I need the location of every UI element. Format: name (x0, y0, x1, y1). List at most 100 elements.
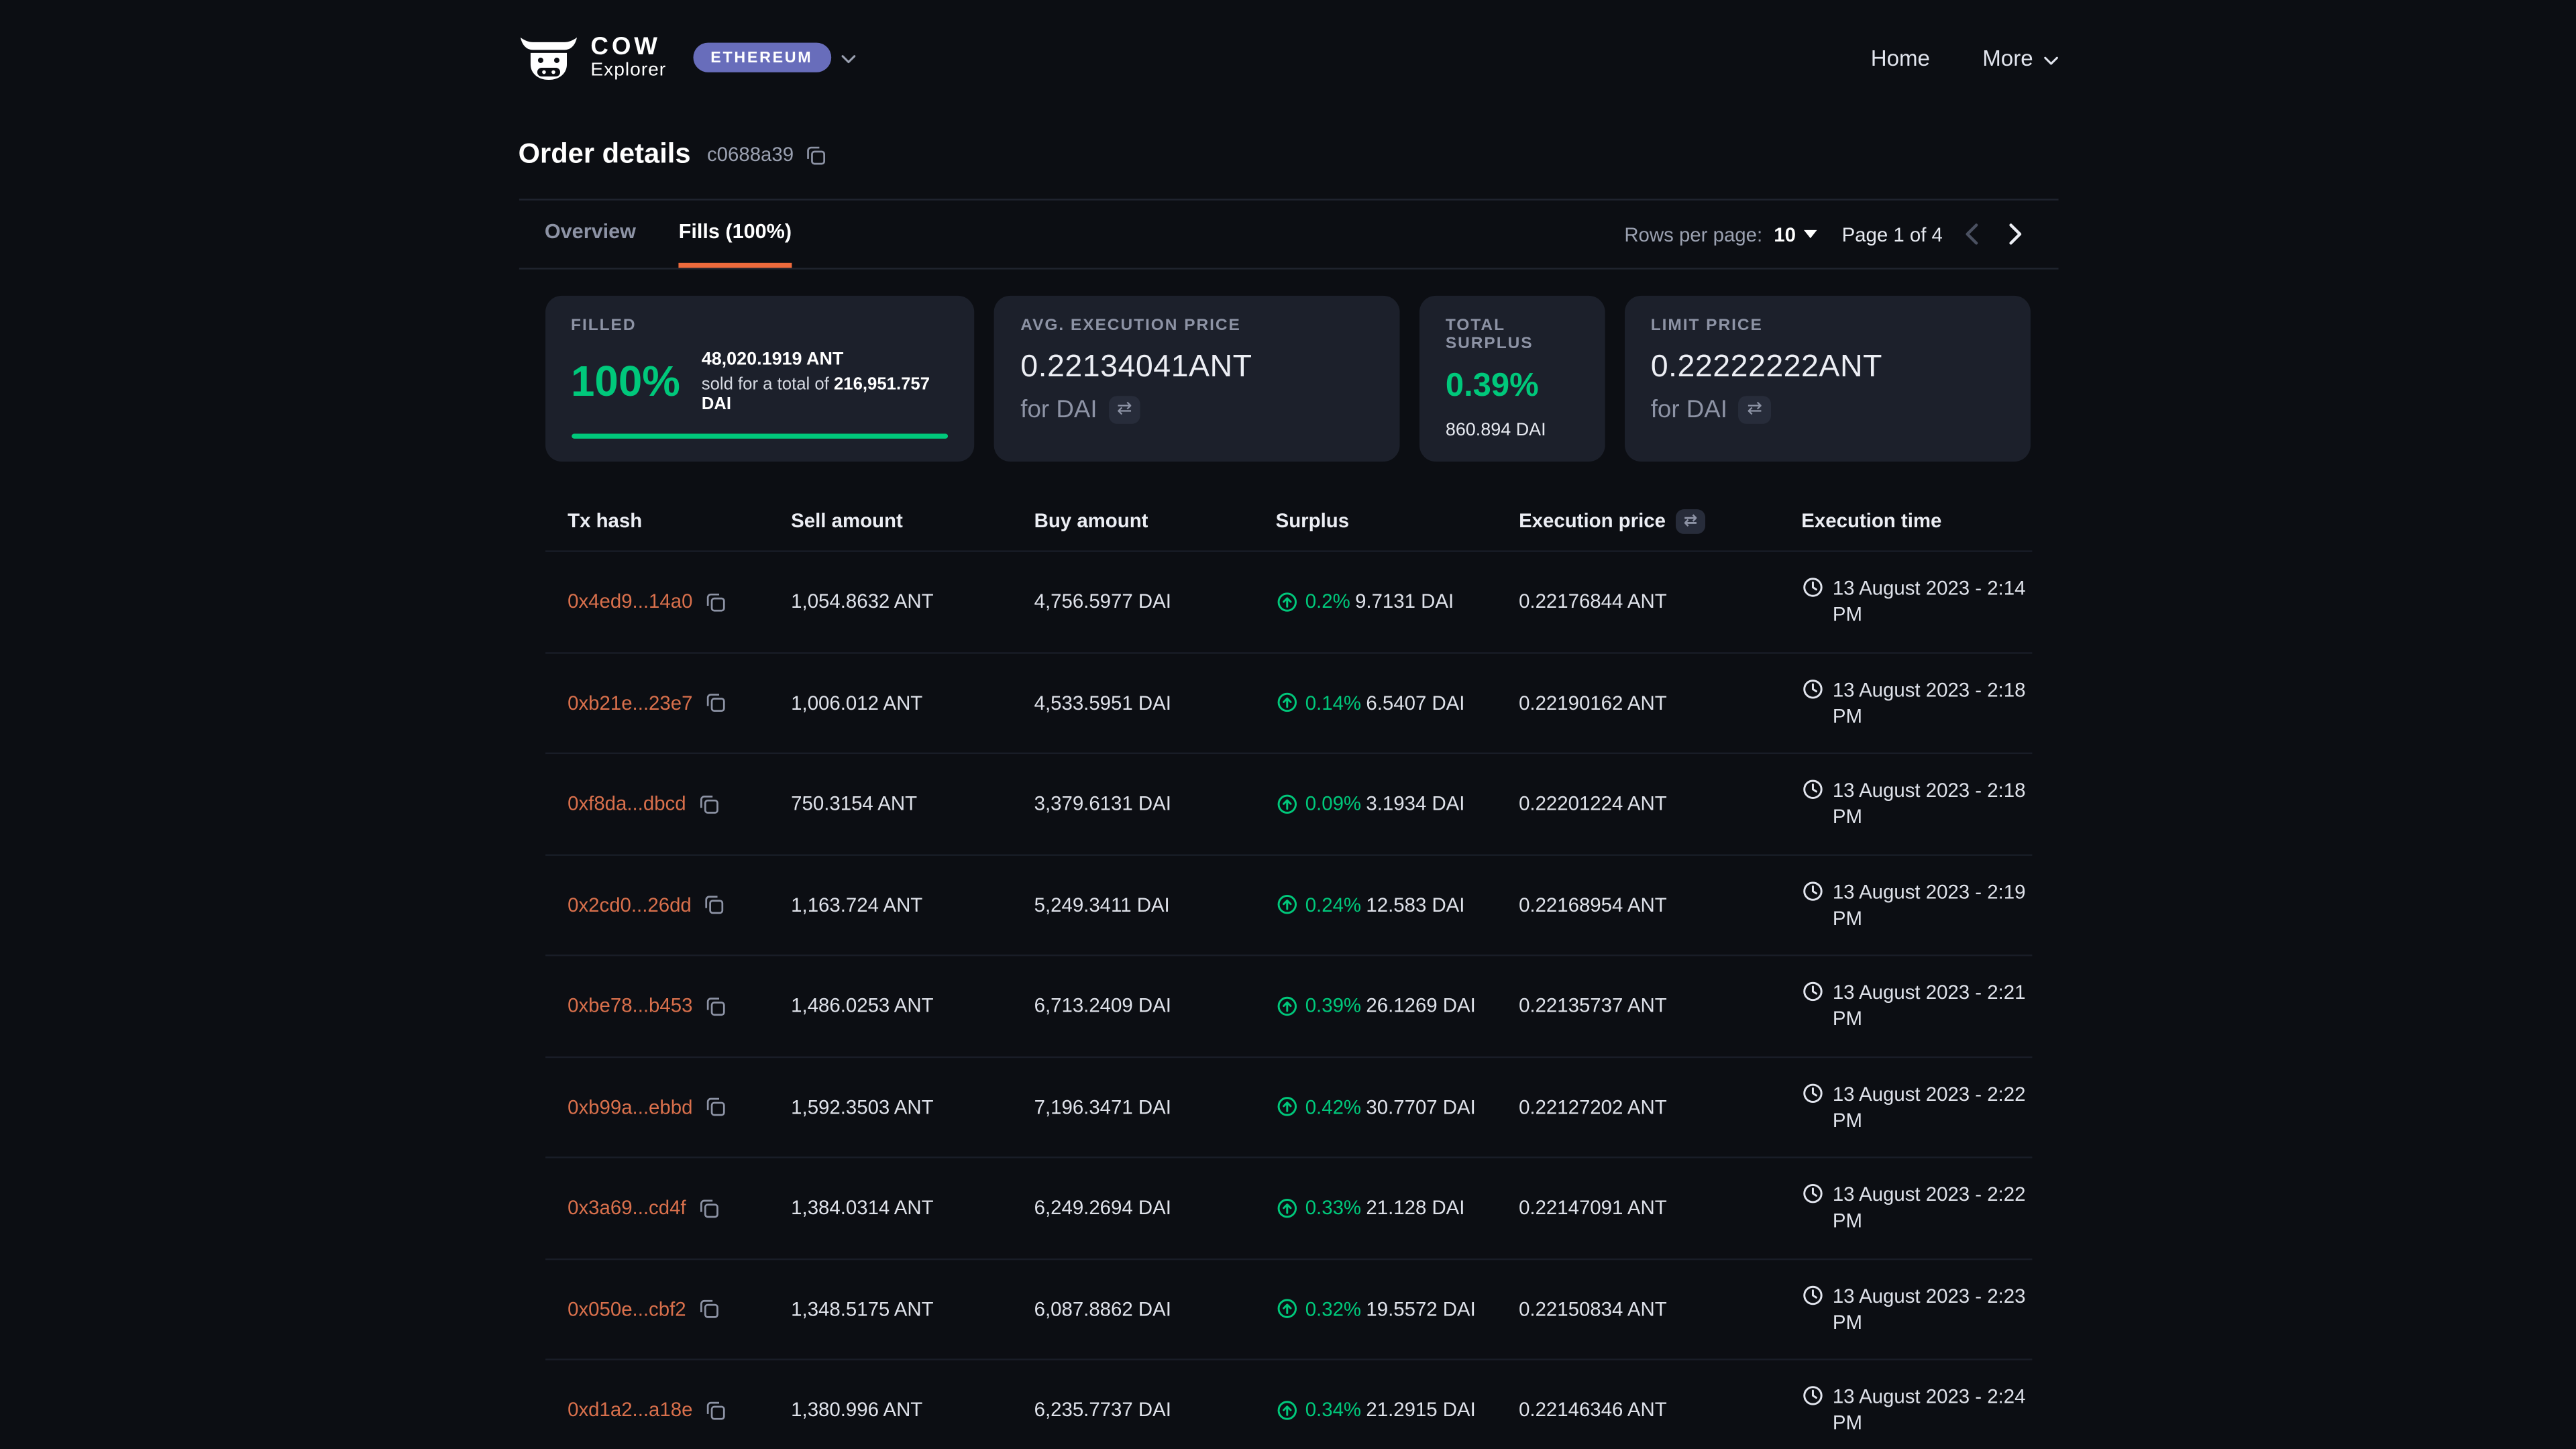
copy-tx-icon[interactable] (704, 1096, 726, 1118)
avg-price-value: 0.22134041ANT (1020, 350, 1373, 386)
filled-percent: 100% (571, 356, 680, 407)
tx-hash-cell: 0x3a69...cd4f (568, 1196, 791, 1219)
buy-amount-cell: 3,379.6131 DAI (1034, 792, 1276, 815)
swap-price-icon[interactable]: ⇄ (1676, 508, 1706, 533)
nav-item-more[interactable]: More (1982, 45, 2057, 70)
execution-time-cell: 13 August 2023 - 2:19 PM (1801, 878, 2039, 931)
table-row: 0xbe78...b453 1,486.0253 ANT 6,713.2409 … (545, 956, 2031, 1057)
copy-tx-icon[interactable] (698, 1298, 719, 1320)
copy-order-id-icon[interactable] (805, 144, 826, 165)
table-row: 0x050e...cbf2 1,348.5175 ANT 6,087.8862 … (545, 1259, 2031, 1360)
filled-progress-bar (571, 434, 948, 439)
surplus-cell: 0.09% 3.1934 DAI (1276, 792, 1519, 815)
tx-hash-link[interactable]: 0x3a69...cd4f (568, 1196, 686, 1219)
execution-time-text: 13 August 2023 - 2:22 PM (1833, 1181, 2040, 1234)
copy-tx-icon[interactable] (704, 692, 726, 714)
copy-tx-icon[interactable] (704, 1399, 726, 1421)
buy-amount-cell: 6,087.8862 DAI (1034, 1297, 1276, 1320)
tx-hash-cell: 0x050e...cbf2 (568, 1297, 791, 1320)
copy-tx-icon[interactable] (698, 1197, 719, 1219)
surplus-percent: 0.42% (1305, 1095, 1361, 1118)
surplus-percent: 0.14% (1305, 691, 1361, 714)
tx-hash-cell: 0xbe78...b453 (568, 994, 791, 1017)
chevron-down-icon (841, 43, 855, 72)
filled-sold-text: sold for a total of (702, 374, 829, 394)
surplus-percent: 0.32% (1305, 1297, 1361, 1320)
filled-amount: 48,020.1919 ANT (702, 350, 949, 370)
sell-amount-cell: 1,054.8632 ANT (791, 590, 1034, 613)
nav-more-label: More (1982, 45, 2033, 70)
execution-time-cell: 13 August 2023 - 2:21 PM (1801, 979, 2039, 1032)
sell-amount-cell: 1,486.0253 ANT (791, 994, 1034, 1017)
clock-icon (1801, 981, 1823, 1002)
execution-price-cell: 0.22201224 ANT (1519, 792, 1801, 815)
table-row: 0xb21e...23e7 1,006.012 ANT 4,533.5951 D… (545, 653, 2031, 754)
tx-hash-cell: 0x2cd0...26dd (568, 894, 791, 916)
tx-hash-cell: 0xf8da...dbcd (568, 792, 791, 815)
surplus-cell: 0.33% 21.128 DAI (1276, 1196, 1519, 1219)
network-selector[interactable]: ETHEREUM (692, 43, 855, 72)
table-row: 0x3a69...cd4f 1,384.0314 ANT 6,249.2694 … (545, 1159, 2031, 1260)
surplus-percent: 0.33% (1305, 1196, 1361, 1219)
avg-price-label: AVG. EXECUTION PRICE (1020, 317, 1373, 335)
cow-explorer-logo[interactable]: COW Explorer (519, 34, 666, 81)
col-execution-price: Execution price ⇄ (1519, 508, 1801, 533)
buy-amount-cell: 6,713.2409 DAI (1034, 994, 1276, 1017)
avg-price-for-text: for DAI (1020, 396, 1097, 424)
execution-price-cell: 0.22147091 ANT (1519, 1196, 1801, 1219)
tx-hash-link[interactable]: 0x2cd0...26dd (568, 894, 692, 916)
fills-table: Tx hash Sell amount Buy amount Surplus E… (545, 484, 2031, 1449)
surplus-amount: 21.128 DAI (1366, 1196, 1464, 1219)
swap-price-icon[interactable]: ⇄ (1109, 396, 1140, 423)
tx-hash-link[interactable]: 0xf8da...dbcd (568, 792, 686, 815)
tx-hash-link[interactable]: 0xb21e...23e7 (568, 691, 692, 714)
prev-page-button[interactable] (1954, 217, 1987, 251)
execution-time-text: 13 August 2023 - 2:21 PM (1833, 979, 2040, 1032)
tx-hash-link[interactable]: 0xbe78...b453 (568, 994, 692, 1017)
col-buy-amount: Buy amount (1034, 509, 1276, 532)
tab-overview[interactable]: Overview (545, 201, 636, 268)
execution-time-cell: 13 August 2023 - 2:23 PM (1801, 1283, 2039, 1336)
sell-amount-cell: 1,380.996 ANT (791, 1399, 1034, 1421)
tx-hash-link[interactable]: 0x4ed9...14a0 (568, 590, 692, 613)
copy-tx-icon[interactable] (698, 793, 719, 814)
surplus-amount: 9.7131 DAI (1355, 590, 1454, 613)
cow-logo-icon (519, 36, 578, 80)
top-bar: COW Explorer ETHEREUM Home More (519, 0, 2058, 89)
sell-amount-cell: 1,163.724 ANT (791, 894, 1034, 916)
nav-item-home[interactable]: Home (1871, 45, 1930, 70)
execution-price-cell: 0.22150834 ANT (1519, 1297, 1801, 1320)
table-row: 0xd1a2...a18e 1,380.996 ANT 6,235.7737 D… (545, 1360, 2031, 1449)
tx-hash-link[interactable]: 0x050e...cbf2 (568, 1297, 686, 1320)
execution-price-cell: 0.22176844 ANT (1519, 590, 1801, 613)
top-bar-left: COW Explorer ETHEREUM (519, 34, 855, 81)
copy-tx-icon[interactable] (704, 591, 726, 612)
tx-hash-link[interactable]: 0xd1a2...a18e (568, 1399, 692, 1421)
sell-amount-cell: 750.3154 ANT (791, 792, 1034, 815)
surplus-percent: 0.09% (1305, 792, 1361, 815)
tab-fills[interactable]: Fills (100%) (679, 201, 792, 268)
copy-tx-icon[interactable] (704, 995, 726, 1016)
copy-tx-icon[interactable] (703, 894, 724, 916)
arrow-up-circle-icon (1276, 1096, 1297, 1118)
execution-time-text: 13 August 2023 - 2:14 PM (1833, 575, 2040, 628)
logo-wordmark: COW Explorer (590, 34, 666, 81)
col-tx-hash: Tx hash (568, 509, 791, 532)
next-page-button[interactable] (1998, 217, 2031, 251)
rows-per-page-select[interactable]: 10 (1774, 223, 1817, 246)
table-row: 0xf8da...dbcd 750.3154 ANT 3,379.6131 DA… (545, 754, 2031, 855)
clock-icon (1801, 1082, 1823, 1104)
execution-time-text: 13 August 2023 - 2:18 PM (1833, 676, 2040, 729)
content: COW Explorer ETHEREUM Home More (519, 0, 2058, 1449)
network-badge[interactable]: ETHEREUM (692, 43, 830, 72)
surplus-amount: 12.583 DAI (1366, 894, 1464, 916)
tx-hash-link[interactable]: 0xb99a...ebbd (568, 1095, 692, 1118)
surplus-amount: 3.1934 DAI (1366, 792, 1464, 815)
swap-price-icon[interactable]: ⇄ (1739, 396, 1770, 423)
tab-spacer (835, 201, 1625, 268)
logo-sub: Explorer (590, 62, 666, 80)
execution-time-cell: 13 August 2023 - 2:24 PM (1801, 1383, 2039, 1436)
pagination-controls: Rows per page: 10 Page 1 of 4 (1624, 201, 2031, 268)
execution-time-cell: 13 August 2023 - 2:22 PM (1801, 1080, 2039, 1133)
execution-time-cell: 13 August 2023 - 2:14 PM (1801, 575, 2039, 628)
